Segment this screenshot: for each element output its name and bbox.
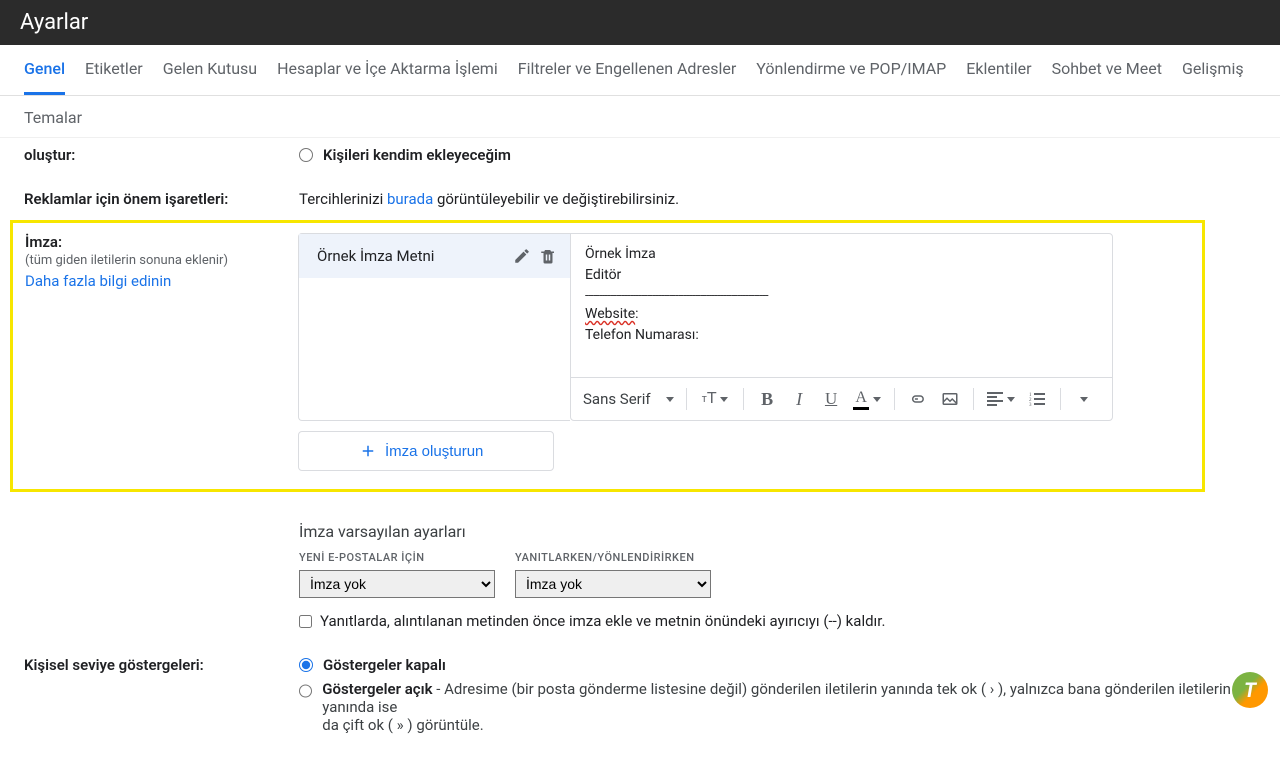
indicators-on-radio[interactable] (299, 684, 312, 698)
ads-here-link[interactable]: burada (387, 190, 433, 208)
font-size-picker[interactable]: тT (697, 386, 733, 412)
more-formatting-button[interactable] (1071, 386, 1097, 412)
page-title: Ayarlar (0, 0, 1280, 45)
sig-line-4: Telefon Numarası: (585, 325, 1098, 346)
svg-text:3: 3 (1029, 403, 1032, 406)
chevron-down-icon (1007, 397, 1015, 402)
sig-line-1: Örnek İmza (585, 244, 1098, 265)
tab-themes[interactable]: Temalar (24, 108, 82, 127)
chevron-down-icon (666, 397, 674, 402)
create-signature-button[interactable]: İmza oluşturun (298, 431, 554, 471)
reply-signature-select[interactable]: İmza yok (515, 570, 711, 598)
settings-tabs-row2: Temalar (0, 96, 1280, 138)
contacts-manual-label: Kişileri kendim ekleyeceğim (323, 146, 511, 164)
tab-general[interactable]: Genel (24, 59, 65, 95)
font-family-picker[interactable]: Sans Serif (581, 386, 676, 412)
signature-learn-more-link[interactable]: Daha fazla bilgi edinin (25, 272, 298, 290)
signature-defaults-title: İmza varsayılan ayarları (299, 522, 1256, 541)
tab-chat[interactable]: Sohbet ve Meet (1052, 59, 1162, 95)
signature-sub: (tüm giden iletilerin sonuna eklenir) (25, 253, 298, 268)
sig-line-2: Editör (585, 265, 1098, 286)
edit-icon[interactable] (512, 246, 532, 266)
tab-filters[interactable]: Filtreler ve Engellenen Adresler (518, 59, 737, 95)
ads-text-prefix: Tercihlerinizi (299, 190, 387, 208)
sig-line-3: Website: (585, 304, 1098, 325)
remove-separator-checkbox[interactable] (299, 615, 312, 628)
list-button[interactable]: 123 (1024, 386, 1050, 412)
new-emails-signature-select[interactable]: İmza yok (299, 570, 495, 598)
underline-button[interactable]: U (818, 386, 844, 412)
indicators-on-label: Göstergeler açık - Adresime (bir posta g… (322, 680, 1256, 734)
ads-text-suffix: görüntüleyebilir ve değiştirebilirsiniz. (433, 190, 679, 208)
plus-icon (359, 442, 377, 460)
chevron-down-icon (1080, 397, 1088, 402)
sig-separator: ----------------------------------------… (585, 286, 1098, 304)
align-button[interactable] (984, 386, 1018, 412)
reply-forward-label: YANITLARKEN/YÖNLENDİRİRKEN (515, 551, 711, 564)
signature-toolbar: Sans Serif тT B I U A (571, 377, 1112, 420)
settings-tabs: Genel Etiketler Gelen Kutusu Hesaplar ve… (0, 45, 1280, 96)
tab-forwarding[interactable]: Yönlendirme ve POP/IMAP (756, 59, 946, 95)
indicators-label: Kişisel seviye göstergeleri: (24, 656, 299, 740)
signature-item-name: Örnek İmza Metni (317, 247, 506, 265)
chevron-down-icon (720, 397, 728, 402)
contacts-manual-radio[interactable] (299, 148, 313, 162)
image-button[interactable] (937, 386, 963, 412)
chevron-down-icon (873, 397, 881, 402)
signature-label: İmza: (25, 233, 298, 251)
link-button[interactable] (905, 386, 931, 412)
ads-label: Reklamlar için önem işaretleri: (24, 190, 299, 208)
new-emails-label: YENİ E-POSTALAR İÇİN (299, 551, 495, 564)
tab-accounts[interactable]: Hesaplar ve İçe Aktarma İşlemi (277, 59, 498, 95)
delete-icon[interactable] (538, 246, 558, 266)
contacts-label: oluştur: (24, 146, 299, 164)
indicators-off-radio[interactable] (299, 658, 313, 672)
italic-button[interactable]: I (786, 386, 812, 412)
bold-button[interactable]: B (754, 386, 780, 412)
tab-labels[interactable]: Etiketler (85, 59, 143, 95)
tab-inbox[interactable]: Gelen Kutusu (163, 59, 257, 95)
watermark-logo: T (1232, 672, 1268, 708)
signature-editor[interactable]: Örnek İmza Editör ----------------------… (571, 234, 1112, 377)
signature-highlight: İmza: (tüm giden iletilerin sonuna eklen… (10, 220, 1205, 492)
remove-separator-label: Yanıtlarda, alıntılanan metinden önce im… (320, 612, 885, 630)
tab-addons[interactable]: Eklentiler (966, 59, 1031, 95)
signature-list: Örnek İmza Metni (298, 233, 570, 421)
signature-editor-panel: Örnek İmza Editör ----------------------… (570, 233, 1113, 421)
tab-advanced[interactable]: Gelişmiş (1182, 59, 1244, 95)
indicators-off-label: Göstergeler kapalı (323, 656, 446, 674)
text-color-button[interactable]: A (850, 386, 884, 412)
signature-item[interactable]: Örnek İmza Metni (299, 234, 570, 278)
